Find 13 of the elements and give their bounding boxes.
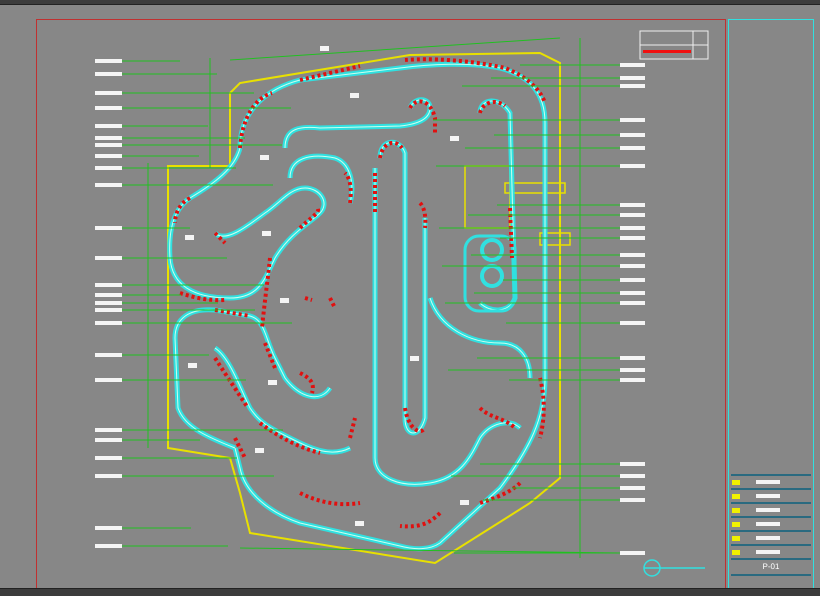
title-block-value — [756, 480, 780, 484]
title-block-label — [732, 522, 740, 527]
title-block-value — [756, 508, 780, 512]
title-block-label — [732, 480, 740, 485]
title-block-value — [756, 522, 780, 526]
title-block-value — [756, 550, 780, 554]
title-block-value — [756, 536, 780, 540]
title-block-label — [732, 550, 740, 555]
title-block-label — [732, 508, 740, 513]
title-block-label — [732, 494, 740, 499]
drawing-number: P-01 — [762, 563, 780, 572]
title-block-value — [756, 494, 780, 498]
title-block-label — [732, 536, 740, 541]
